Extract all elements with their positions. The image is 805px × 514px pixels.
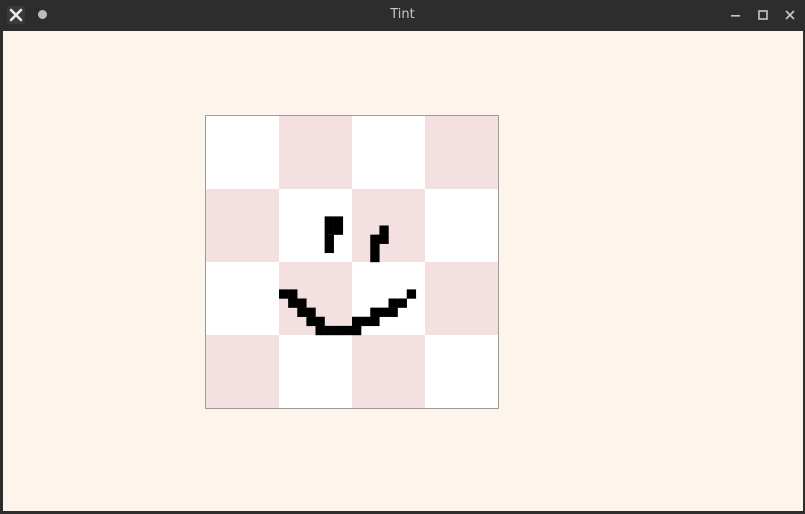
drawn-pixel [288,289,298,299]
checker-cell [206,189,279,262]
close-button[interactable] [781,6,799,24]
drawn-pixel [315,325,325,336]
drawn-pixel [370,243,380,254]
drawn-pixel [324,216,334,226]
drawn-pixel [388,307,398,317]
checker-cell [279,335,352,408]
drawn-pixel [333,216,344,226]
checker-cell [352,116,425,189]
drawn-pixel [288,298,298,308]
drawn-pixel [388,298,398,308]
drawn-pixel [379,225,389,235]
close-icon [785,10,795,20]
app-window: Tint [0,0,805,514]
drawn-pixel [370,234,380,244]
checker-cell [425,189,498,262]
drawn-pixel [333,225,344,235]
drawn-pixel [370,307,380,317]
window-title: Tint [390,7,415,22]
drawn-pixel [324,225,334,235]
checker-cell [352,335,425,408]
drawn-pixel [324,234,334,244]
drawn-pixel [379,234,389,244]
drawn-pixel [297,307,307,317]
checker-cell [425,335,498,408]
drawn-pixel [370,316,380,327]
client-area [3,31,803,511]
drawn-pixel [297,298,307,308]
checker-cell [425,262,498,335]
checker-cell [206,116,279,189]
drawing-canvas[interactable] [205,115,499,409]
checker-cell [206,335,279,408]
title-bar[interactable]: Tint [0,0,805,30]
maximize-button[interactable] [754,6,772,24]
drawn-pixel [379,307,389,317]
drawn-pixel [406,289,417,299]
drawn-pixel [352,325,362,336]
maximize-icon [758,10,768,20]
drawn-pixel [342,325,353,336]
minimize-button[interactable] [727,6,745,24]
drawn-pixel [279,289,289,299]
drawn-pixel [315,316,325,327]
checker-cell [206,262,279,335]
drawn-pixel [333,325,344,336]
drawn-pixel [306,307,316,317]
drawn-pixel [306,316,316,327]
drawn-pixel [397,298,407,308]
checker-cell [279,116,352,189]
checker-cell [425,116,498,189]
canvas-surface[interactable] [206,116,498,408]
drawn-pixel [370,252,380,263]
drawn-pixel [324,243,334,254]
drawn-pixel [361,316,371,327]
drawn-pixel [324,325,334,336]
minimize-icon [731,15,740,17]
drawn-pixel [352,316,362,327]
